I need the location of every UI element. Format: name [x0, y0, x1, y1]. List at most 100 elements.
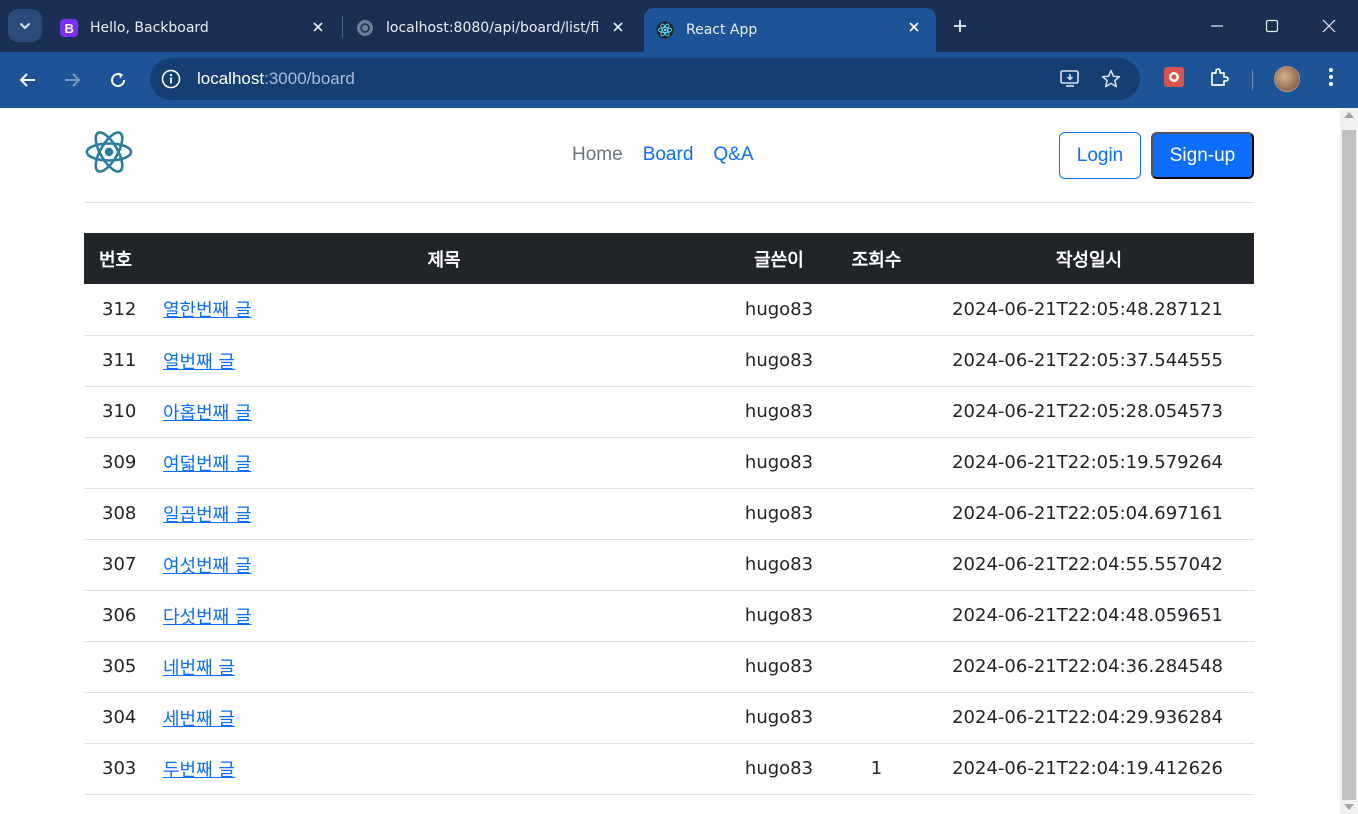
post-no: 311: [84, 335, 159, 387]
post-writer: hugo83: [729, 335, 829, 387]
post-views: [829, 641, 924, 693]
install-app-icon[interactable]: [1058, 67, 1082, 91]
post-date: 2024-06-21T22:05:48.287121: [924, 284, 1254, 336]
menu-kebab-icon[interactable]: [1318, 64, 1344, 90]
post-date: 2024-06-21T22:04:29.936284: [924, 692, 1254, 744]
close-window-button[interactable]: [1309, 10, 1349, 42]
back-button[interactable]: [12, 64, 44, 96]
post-title-cell: 열번째 글: [159, 335, 729, 387]
post-date: 2024-06-21T22:04:55.557042: [924, 539, 1254, 591]
scroll-up-arrow-icon[interactable]: [1344, 112, 1354, 118]
login-button[interactable]: Login: [1059, 132, 1141, 179]
table-row: 308 일곱번째 글 hugo83 2024-06-21T22:05:04.69…: [84, 488, 1254, 540]
extensions-puzzle-icon[interactable]: [1206, 64, 1232, 90]
url-text[interactable]: localhost:3000/board: [197, 69, 355, 89]
main-nav: Home Board Q&A: [562, 144, 764, 166]
post-title-link[interactable]: 여덟번째 글: [163, 454, 252, 475]
nav-board-link[interactable]: Board: [633, 144, 704, 166]
close-tab-icon[interactable]: [610, 19, 626, 35]
post-writer: hugo83: [729, 641, 829, 693]
react-logo-icon[interactable]: [84, 128, 134, 176]
close-tab-icon[interactable]: [310, 19, 326, 35]
extension-icon[interactable]: [1161, 64, 1187, 90]
toolbar-separator: [1252, 70, 1253, 90]
signup-button[interactable]: Sign-up: [1151, 132, 1254, 179]
svg-text:B: B: [65, 21, 74, 36]
close-icon: [1322, 19, 1336, 33]
close-tab-icon[interactable]: [906, 19, 922, 35]
minimize-icon: [1211, 25, 1223, 27]
table-row: 303 두번째 글 hugo83 1 2024-06-21T22:04:19.4…: [84, 743, 1254, 795]
post-title-link[interactable]: 열한번째 글: [163, 300, 252, 321]
post-title-cell: 열한번째 글: [159, 284, 729, 336]
post-title-link[interactable]: 다섯번째 글: [163, 607, 252, 628]
table-row: 307 여섯번째 글 hugo83 2024-06-21T22:04:55.55…: [84, 539, 1254, 591]
post-writer: hugo83: [729, 437, 829, 489]
forward-button[interactable]: [56, 64, 88, 96]
nav-home-link[interactable]: Home: [562, 144, 633, 166]
tab-title: Hello, Backboard: [90, 20, 209, 36]
post-title-cell: 다섯번째 글: [159, 590, 729, 642]
post-title-link[interactable]: 네번째 글: [163, 658, 235, 679]
post-title-link[interactable]: 여섯번째 글: [163, 556, 252, 577]
header-writer: 글쓴이: [729, 233, 829, 284]
header-date: 작성일시: [924, 233, 1254, 284]
browser-toolbar: localhost:3000/board: [0, 52, 1358, 108]
url-path: :3000/board: [264, 69, 355, 88]
post-writer: hugo83: [729, 284, 829, 336]
react-icon: [656, 21, 674, 39]
post-title-link[interactable]: 세번째 글: [163, 709, 235, 730]
post-title-cell: 여덟번째 글: [159, 437, 729, 489]
post-writer: hugo83: [729, 692, 829, 744]
post-no: 303: [84, 743, 159, 795]
vertical-scrollbar[interactable]: [1340, 108, 1358, 814]
post-no: 309: [84, 437, 159, 489]
post-title-cell: 일곱번째 글: [159, 488, 729, 540]
reload-button[interactable]: [102, 64, 134, 96]
site-header: Home Board Q&A Login Sign-up: [84, 108, 1254, 203]
page-viewport: Home Board Q&A Login Sign-up 번호 제목 글쓴이 조…: [0, 108, 1340, 814]
nav-qna-link[interactable]: Q&A: [703, 144, 763, 166]
scroll-down-arrow-icon[interactable]: [1344, 804, 1354, 810]
post-title-link[interactable]: 일곱번째 글: [163, 505, 252, 526]
tab-search-button[interactable]: [8, 9, 42, 42]
post-title-link[interactable]: 두번째 글: [163, 760, 235, 781]
post-writer: hugo83: [729, 590, 829, 642]
reload-icon: [111, 72, 126, 88]
post-views: [829, 590, 924, 642]
maximize-icon: [1265, 19, 1279, 33]
profile-avatar[interactable]: [1274, 66, 1300, 92]
site-info-icon[interactable]: [160, 68, 182, 90]
post-no: 307: [84, 539, 159, 591]
post-views: [829, 284, 924, 336]
table-row: 311 열번째 글 hugo83 2024-06-21T22:05:37.544…: [84, 335, 1254, 387]
post-title-cell: 여섯번째 글: [159, 539, 729, 591]
post-date: 2024-06-21T22:05:37.544555: [924, 335, 1254, 387]
tab-api-board-list[interactable]: localhost:8080/api/board/list/fi: [344, 8, 640, 48]
table-row: 312 열한번째 글 hugo83 2024-06-21T22:05:48.28…: [84, 284, 1254, 336]
chevron-down-icon: [20, 22, 30, 29]
tab-react-app[interactable]: React App: [644, 8, 936, 52]
header-views: 조회수: [829, 233, 924, 284]
post-writer: hugo83: [729, 743, 829, 795]
post-title-link[interactable]: 열번째 글: [163, 352, 235, 373]
table-row: 304 세번째 글 hugo83 2024-06-21T22:04:29.936…: [84, 692, 1254, 744]
post-title-link[interactable]: 아홉번째 글: [163, 403, 252, 424]
maximize-button[interactable]: [1252, 10, 1292, 42]
url-host: localhost: [197, 69, 265, 88]
minimize-button[interactable]: [1197, 10, 1237, 42]
post-views: [829, 437, 924, 489]
tab-hello-backboard[interactable]: B Hello, Backboard: [48, 8, 340, 48]
board-table-body: 312 열한번째 글 hugo83 2024-06-21T22:05:48.28…: [84, 284, 1254, 795]
post-date: 2024-06-21T22:05:04.697161: [924, 488, 1254, 540]
table-row: 310 아홉번째 글 hugo83 2024-06-21T22:05:28.05…: [84, 386, 1254, 438]
header-title: 제목: [159, 233, 729, 284]
arrow-right-icon: [65, 73, 81, 87]
post-no: 305: [84, 641, 159, 693]
post-views: [829, 488, 924, 540]
board-table-header: 번호 제목 글쓴이 조회수 작성일시: [84, 233, 1254, 284]
scroll-thumb[interactable]: [1342, 130, 1356, 800]
new-tab-button[interactable]: [946, 12, 974, 40]
bookmark-star-icon[interactable]: [1099, 67, 1123, 91]
address-bar[interactable]: localhost:3000/board: [150, 58, 1140, 100]
